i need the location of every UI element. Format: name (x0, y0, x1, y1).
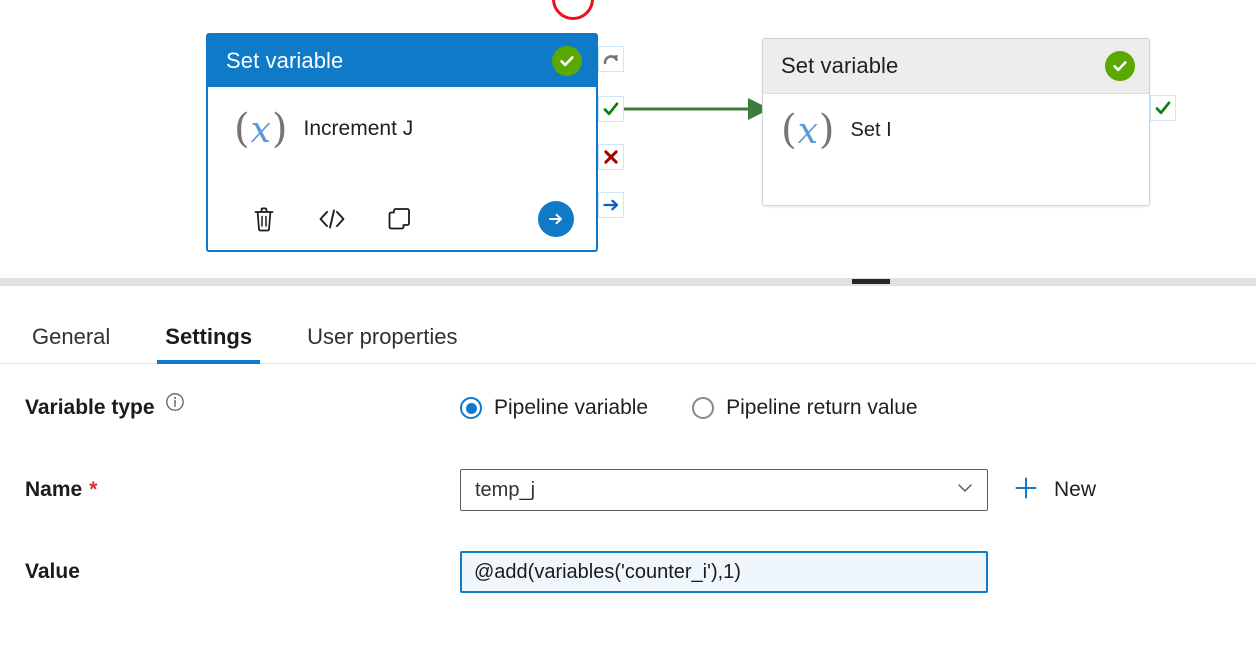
activity-name-label: Set I (851, 119, 892, 142)
activity-type-label: Set variable (781, 53, 1105, 79)
field-row-value: Value @add(variables('counter_i'),1) (0, 550, 1256, 594)
panel-resize-grip[interactable] (852, 279, 890, 284)
activity-type-label: Set variable (226, 48, 552, 74)
variable-type-label-group: Variable type (0, 396, 460, 420)
tab-settings[interactable]: Settings (157, 324, 260, 364)
handle-on-failure[interactable] (598, 144, 624, 170)
activity-node-set-i[interactable]: Set variable (x) Set I (762, 38, 1150, 206)
radio-label: Pipeline return value (726, 396, 917, 420)
variable-name-dropdown[interactable]: temp_j (460, 469, 988, 511)
tab-user-properties[interactable]: User properties (299, 324, 465, 364)
settings-form: Variable type Pipeline variable Pipeli (0, 364, 1256, 594)
tab-general[interactable]: General (24, 324, 118, 364)
info-icon[interactable] (165, 392, 185, 412)
field-row-name: Name * temp_j New (0, 468, 1256, 512)
status-badge-success (552, 46, 582, 76)
trash-icon[interactable] (244, 199, 284, 239)
name-label: Name (25, 478, 82, 502)
name-label-group: Name * (0, 478, 460, 502)
activity-properties-pane: General Settings User properties Variabl… (0, 286, 1256, 666)
activity-node-increment-j[interactable]: Set variable (x) Increment J (206, 33, 598, 252)
activity-name-label: Increment J (304, 117, 414, 141)
radio-dot-selected (460, 397, 482, 419)
value-input-text: @add(variables('counter_i'),1) (474, 561, 741, 584)
copy-icon[interactable] (380, 199, 420, 239)
activity-summary: (x) Set I (763, 94, 1149, 150)
variable-type-label: Variable type (25, 396, 155, 420)
activity-summary: (x) Increment J (208, 87, 596, 149)
activity-node-actions (208, 196, 596, 242)
value-label-group: Value (0, 560, 460, 584)
pipeline-canvas[interactable]: Set variable (x) Increment J (0, 0, 1256, 278)
field-row-variable-type: Variable type Pipeline variable Pipeli (0, 386, 1256, 430)
radio-label: Pipeline variable (494, 396, 648, 420)
handle-on-success[interactable] (1150, 95, 1176, 121)
handle-on-success[interactable] (598, 96, 624, 122)
set-variable-icon: (x) (234, 109, 288, 149)
variable-name-value: temp_j (475, 479, 955, 502)
required-marker: * (89, 478, 97, 502)
handle-on-completion[interactable] (598, 192, 624, 218)
radio-dot-unselected (692, 397, 714, 419)
radio-pipeline-return-value[interactable]: Pipeline return value (692, 396, 917, 420)
new-variable-label: New (1054, 478, 1096, 502)
value-label: Value (25, 560, 80, 584)
activity-node-body: (x) Increment J (208, 87, 596, 252)
chevron-down-icon[interactable] (955, 481, 975, 500)
status-badge-success (1105, 51, 1135, 81)
new-variable-button[interactable]: New (1013, 475, 1096, 506)
panel-resize-handle[interactable] (0, 278, 1256, 286)
activity-node-body: (x) Set I (763, 94, 1149, 205)
code-icon[interactable] (312, 199, 352, 239)
properties-tablist: General Settings User properties (0, 286, 1256, 364)
handle-on-skip[interactable] (598, 46, 624, 72)
arrow-right-circle-icon[interactable] (538, 201, 574, 237)
value-input[interactable]: @add(variables('counter_i'),1) (460, 551, 988, 593)
plus-icon (1013, 475, 1039, 506)
activity-node-header: Set variable (208, 35, 596, 87)
activity-node-header: Set variable (763, 39, 1149, 94)
red-highlight-circle-annotation (552, 0, 594, 20)
variable-type-radio-group: Pipeline variable Pipeline return value (460, 396, 962, 420)
set-variable-icon: (x) (781, 110, 835, 150)
radio-pipeline-variable[interactable]: Pipeline variable (460, 396, 648, 420)
